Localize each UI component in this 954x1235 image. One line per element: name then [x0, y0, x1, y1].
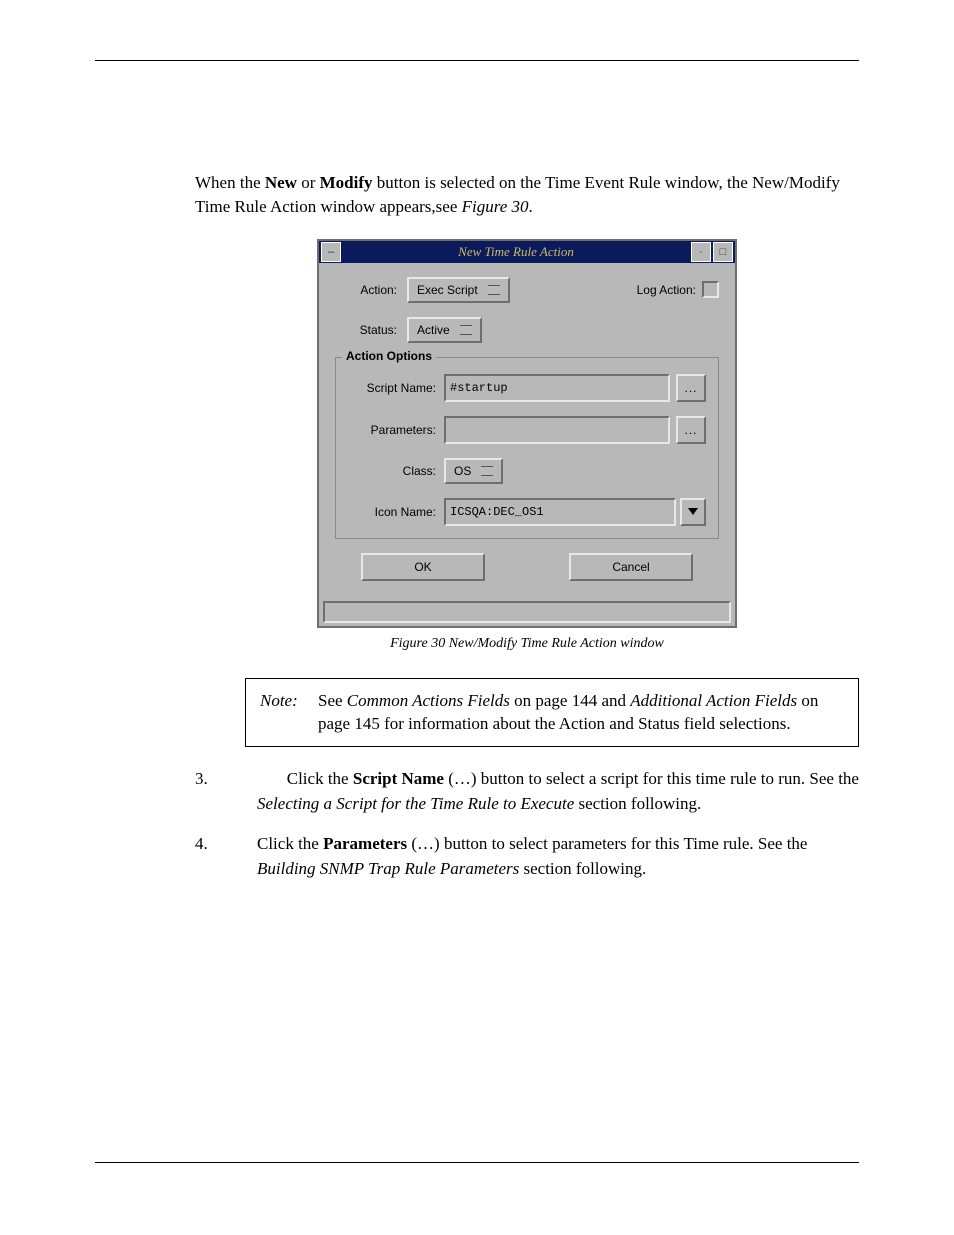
- script-name-input[interactable]: #startup: [444, 374, 670, 402]
- s3-t1: Click the: [287, 769, 353, 788]
- dropdown-icon: [481, 466, 493, 476]
- s3-t2: (…) button to select a script for this t…: [444, 769, 859, 788]
- chevron-down-icon: [688, 508, 698, 515]
- script-name-browse-button[interactable]: ...: [676, 374, 706, 402]
- icon-name-label: Icon Name:: [348, 505, 436, 519]
- parameters-browse-button[interactable]: ...: [676, 416, 706, 444]
- dropdown-icon: [460, 325, 472, 335]
- action-value: Exec Script: [417, 283, 478, 297]
- dialog-titlebar: – New Time Rule Action · □: [319, 241, 735, 263]
- log-action-checkbox[interactable]: [702, 281, 719, 298]
- step-4: 4. Click the Parameters (…) button to se…: [195, 832, 859, 881]
- header-rule: [95, 60, 859, 61]
- status-label: Status:: [335, 323, 397, 337]
- parameters-label: Parameters:: [348, 423, 436, 437]
- window-menu-icon[interactable]: –: [321, 242, 341, 262]
- s4-b1: Parameters: [323, 834, 407, 853]
- action-options-legend: Action Options: [342, 349, 436, 363]
- intro-text: When the: [195, 173, 265, 192]
- step-3-number: 3.: [195, 767, 257, 816]
- script-name-label: Script Name:: [348, 381, 436, 395]
- step-4-body: Click the Parameters (…) button to selec…: [257, 832, 859, 881]
- icon-name-value: ICSQA:DEC_OS1: [450, 505, 544, 519]
- class-label: Class:: [348, 464, 436, 478]
- status-value: Active: [417, 323, 450, 337]
- footer-rule: [95, 1162, 859, 1163]
- s4-t3: section following.: [519, 859, 646, 878]
- s4-i1: Building SNMP Trap Rule Parameters: [257, 859, 519, 878]
- maximize-icon[interactable]: □: [713, 242, 733, 262]
- intro-new: New: [265, 173, 297, 192]
- log-action-label: Log Action:: [637, 283, 696, 297]
- note-i1: Common Actions Fields: [347, 691, 510, 710]
- parameters-input[interactable]: [444, 416, 670, 444]
- s3-t3: section following.: [574, 794, 701, 813]
- dropdown-icon: [488, 285, 500, 295]
- dialog-title: New Time Rule Action: [341, 244, 691, 260]
- note-box: Note: See Common Actions Fields on page …: [245, 678, 859, 748]
- cancel-button[interactable]: Cancel: [569, 553, 693, 581]
- s3-i1: Selecting a Script for the Time Rule to …: [257, 794, 574, 813]
- step-3: 3. Click the Script Name (…) button to s…: [195, 767, 859, 816]
- ellipsis-icon: ...: [684, 423, 697, 437]
- dialog-statusbar: [323, 601, 731, 623]
- icon-name-dropdown-button[interactable]: [680, 498, 706, 526]
- s4-t2: (…) button to select parameters for this…: [407, 834, 807, 853]
- ellipsis-icon: ...: [684, 381, 697, 395]
- intro-suffix: .: [529, 197, 533, 216]
- intro-modify: Modify: [320, 173, 373, 192]
- note-text: See Common Actions Fields on page 144 an…: [318, 689, 844, 737]
- figure-caption: Figure 30 New/Modify Time Rule Action wi…: [195, 636, 859, 652]
- status-select[interactable]: Active: [407, 317, 482, 343]
- intro-paragraph: When the New or Modify button is selecte…: [195, 171, 859, 219]
- note-i2: Additional Action Fields: [630, 691, 797, 710]
- cancel-label: Cancel: [612, 560, 649, 574]
- class-select[interactable]: OS: [444, 458, 503, 484]
- intro-or: or: [297, 173, 320, 192]
- action-options-fieldset: Action Options Script Name: #startup ...…: [335, 357, 719, 539]
- note-label: Note:: [260, 689, 318, 737]
- action-select[interactable]: Exec Script: [407, 277, 510, 303]
- step-3-body: Click the Script Name (…) button to sele…: [257, 767, 859, 816]
- note-t1: See: [318, 691, 347, 710]
- note-t2: on page 144 and: [510, 691, 630, 710]
- ok-label: OK: [414, 560, 431, 574]
- class-value: OS: [454, 464, 471, 478]
- ok-button[interactable]: OK: [361, 553, 485, 581]
- action-label: Action:: [335, 283, 397, 297]
- s3-b1: Script Name: [353, 769, 444, 788]
- icon-name-input[interactable]: ICSQA:DEC_OS1: [444, 498, 676, 526]
- s4-t1: Click the: [257, 834, 323, 853]
- script-name-value: #startup: [450, 381, 508, 395]
- step-4-number: 4.: [195, 832, 257, 881]
- minimize-icon[interactable]: ·: [691, 242, 711, 262]
- intro-figref: Figure 30: [462, 197, 529, 216]
- new-time-rule-action-dialog: – New Time Rule Action · □ Action: Exec …: [317, 239, 737, 628]
